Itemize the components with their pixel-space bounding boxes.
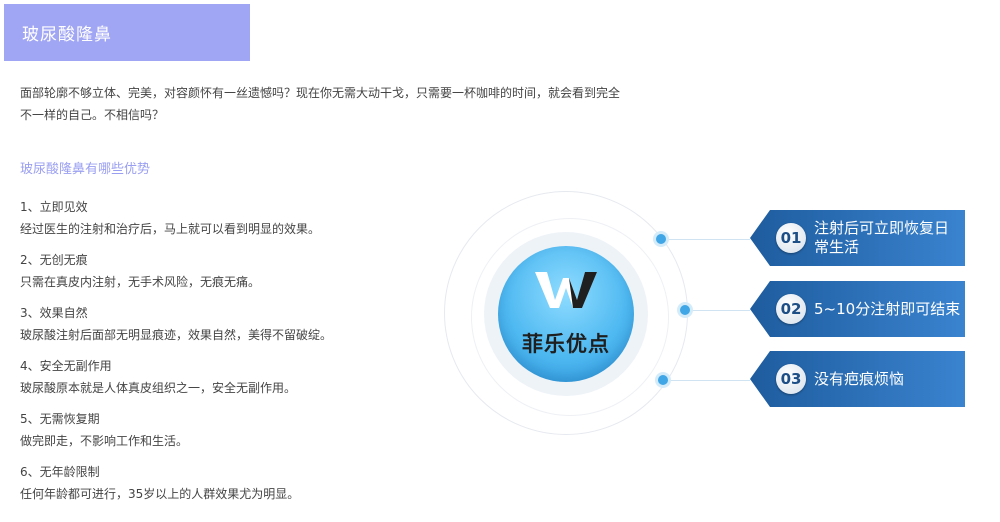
marker-dot [680,305,690,315]
item-heading: 5、无需恢复期 [20,412,100,426]
list-item: 5、无需恢复期 做完即走，不影响工作和生活。 [20,408,440,461]
center-label: 菲乐优点 [522,332,610,356]
item-heading: 4、安全无副作用 [20,359,112,373]
marker-dot [656,234,666,244]
item-description: 经过医生的注射和治疗后，马上就可以看到明显的效果。 [20,222,321,236]
item-heading: 6、无年龄限制 [20,465,100,479]
item-heading: 1、立即见效 [20,200,88,214]
item-description: 玻尿酸原本就是人体真皮组织之一，安全无副作用。 [20,381,297,395]
connector-line [688,310,750,311]
w-logo-icon [498,270,634,314]
item-heading: 3、效果自然 [20,306,88,320]
item-description: 做完即走，不影响工作和生活。 [20,434,189,448]
core-circle: 菲乐优点 [498,246,634,382]
intro-line: 面部轮廓不够立体、完美，对容颜怀有一丝遗憾吗？现在你无需大动干戈，只需要一杯咖啡… [20,86,621,100]
badge-text: 5~10分注射即可结束 [814,299,961,318]
advantage-list: 1、立即见效 经过医生的注射和治疗后，马上就可以看到明显的效果。 2、无创无痕 … [20,196,440,514]
title-bar: 玻尿酸隆鼻 [4,4,250,61]
item-heading: 2、无创无痕 [20,253,88,267]
list-item: 4、安全无副作用 玻尿酸原本就是人体真皮组织之一，安全无副作用。 [20,355,440,408]
connector-line [666,380,750,381]
advantage-badge-1: 01 注射后可立即恢复日常生活 [750,210,965,266]
item-description: 任何年龄都可进行，35岁以上的人群效果尤为明显。 [20,487,300,501]
list-item: 2、无创无痕 只需在真皮内注射，无手术风险，无痕无痛。 [20,249,440,302]
connector-line [666,239,750,240]
marker-dot [658,375,668,385]
list-item: 1、立即见效 经过医生的注射和治疗后，马上就可以看到明显的效果。 [20,196,440,249]
badge-number: 03 [776,364,806,394]
advantage-badge-3: 03 没有疤痕烦恼 [750,351,965,407]
advantage-badge-2: 02 5~10分注射即可结束 [750,281,965,337]
badge-number: 01 [776,223,806,253]
intro-line: 不一样的自己。不相信吗？ [20,108,165,122]
page-title: 玻尿酸隆鼻 [22,25,112,45]
badge-number: 02 [776,294,806,324]
section-heading: 玻尿酸隆鼻有哪些优势 [20,162,151,177]
badge-text: 没有疤痕烦恼 [814,369,905,388]
advantages-graphic: 菲乐优点 01 注射后可立即恢复日常生活 02 5~10分注射即可结束 03 没… [440,185,1000,445]
badge-text: 注射后可立即恢复日常生活 [814,219,950,256]
item-description: 玻尿酸注射后面部无明显痕迹，效果自然，美得不留破绽。 [20,328,333,342]
item-description: 只需在真皮内注射，无手术风险，无痕无痛。 [20,275,261,289]
list-item: 3、效果自然 玻尿酸注射后面部无明显痕迹，效果自然，美得不留破绽。 [20,302,440,355]
intro-paragraph: 面部轮廓不够立体、完美，对容颜怀有一丝遗憾吗？现在你无需大动干戈，只需要一杯咖啡… [20,82,635,126]
list-item: 6、无年龄限制 任何年龄都可进行，35岁以上的人群效果尤为明显。 [20,461,440,514]
